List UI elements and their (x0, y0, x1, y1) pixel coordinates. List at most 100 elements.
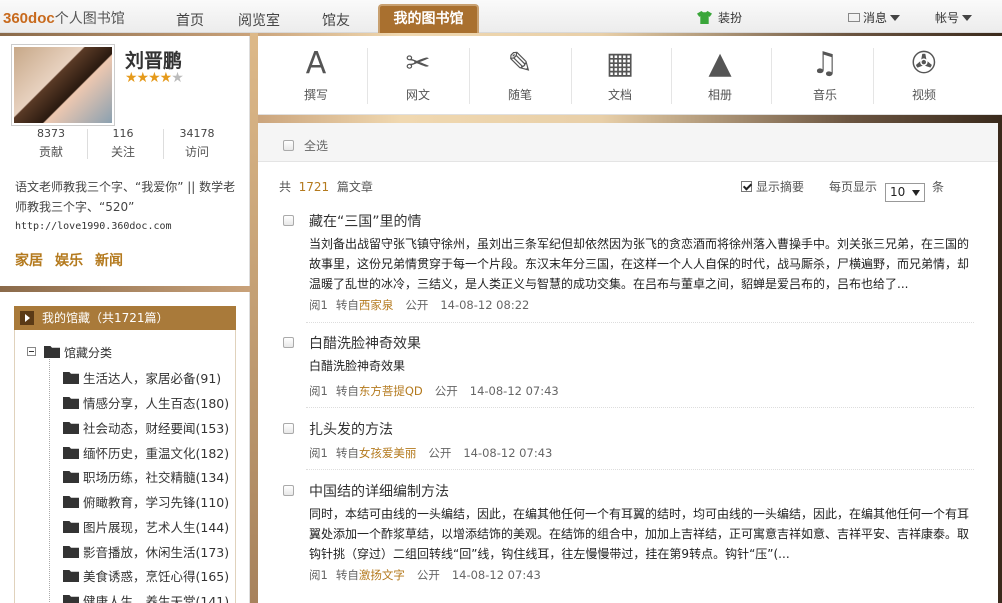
folder-icon (63, 422, 79, 434)
article-checkbox[interactable] (283, 337, 294, 348)
write-icon: A (305, 46, 327, 81)
scissors-icon: ✂ (405, 46, 431, 81)
collapse-icon[interactable] (27, 347, 36, 356)
article-summary: 同时，本结可由线的一头编结，因此，在编其他任何一个有耳翼的结时，均可由线的一头编… (309, 507, 970, 561)
chevron-down-icon (962, 15, 973, 21)
select-bar: 全选 (258, 123, 998, 162)
article-title[interactable]: 中国结的详细编制方法 (309, 481, 449, 501)
stat-visits[interactable]: 34178 访问 (157, 127, 237, 160)
film-icon: ✇ (911, 46, 937, 81)
article-checkbox[interactable] (283, 215, 294, 226)
tshirt-icon (697, 11, 712, 24)
site-logo[interactable]: 360doc个人图书馆 (3, 8, 125, 28)
stat-following[interactable]: 116 关注 (83, 127, 163, 160)
folder-icon (63, 447, 79, 459)
tool-document[interactable]: ▦ 文档 (569, 36, 671, 115)
create-toolbar: A 撰写 ✂ 网文 ✎ 随笔 ▦ 文档 ▲ 相册 ♫ 音乐 ✇ 视频 (258, 36, 1002, 115)
article-meta: 阅1 转自西家泉 公开 14-08-12 08:22 (309, 298, 530, 312)
signature: 语文老师教我三个字、“我爱你” || 数学老师教我三个字、“520” (15, 180, 236, 214)
article-count: 共 1721 篇文章 (279, 180, 373, 194)
envelope-icon (848, 13, 860, 22)
play-icon (20, 311, 34, 325)
article-summary: 白醋洗脸神奇效果 (309, 359, 406, 373)
tool-separator (771, 48, 772, 104)
account-menu[interactable]: 帐号 (935, 9, 973, 26)
article-title[interactable]: 藏在“三国”里的情 (309, 211, 422, 231)
rating-stars: ★★★★★ (125, 70, 184, 86)
article-source[interactable]: 西家泉 (359, 298, 394, 312)
article-checkbox[interactable] (283, 423, 294, 434)
tree-item[interactable]: 缅怀历史，重温文化(182) (63, 443, 229, 462)
tag-news[interactable]: 新闻 (95, 253, 123, 269)
tree-item[interactable]: 职场历练，社交精髓(134) (63, 467, 229, 486)
article-meta: 阅1 转自女孩爱美丽 公开 14-08-12 07:43 (309, 446, 553, 460)
article-meta: 阅1 转自东方菩提QD 公开 14-08-12 07:43 (309, 384, 559, 398)
folder-icon (44, 346, 60, 358)
article-checkbox[interactable] (283, 485, 294, 496)
avatar[interactable] (11, 44, 115, 126)
profile-card: 刘晋鹏 ★★★★★ 8373 贡献 116 关注 34178 访问 语文老师教我三个字… (0, 36, 250, 286)
show-digest-checkbox[interactable] (741, 181, 752, 192)
tree-item[interactable]: 社会动态，财经要闻(153) (63, 418, 229, 437)
article-title[interactable]: 白醋洗脸神奇效果 (309, 333, 421, 353)
tree-item[interactable]: 健康人生，养生天堂(141) (63, 591, 229, 603)
tree-item[interactable]: 生活达人，家居必备(91) (63, 368, 221, 387)
per-page-control: 每页显示 10 条 (829, 178, 944, 202)
article-title[interactable]: 扎头发的方法 (309, 419, 393, 439)
tree-item[interactable]: 俯瞰教育，学习先锋(110) (63, 492, 229, 511)
nav-my-library[interactable]: 我的图书馆 (378, 4, 479, 33)
per-page-select[interactable]: 10 (885, 183, 926, 202)
tool-write[interactable]: A 撰写 (265, 36, 367, 115)
collection-header[interactable]: 我的馆藏（共1721篇） (14, 306, 236, 330)
dress-up-link[interactable]: 装扮 (697, 9, 742, 26)
article-source[interactable]: 女孩爱美丽 (359, 446, 417, 460)
tree-item[interactable]: 情感分享，人生百态(180) (63, 393, 229, 412)
nav-home[interactable]: 首页 (176, 10, 204, 30)
tree-item[interactable]: 图片展现，艺术人生(144) (63, 517, 229, 536)
top-bar: 360doc个人图书馆 首页 阅览室 馆友 我的图书馆 装扮 消息 帐号 (0, 0, 1002, 33)
nav-reading-room[interactable]: 阅览室 (238, 10, 280, 30)
tree-guide-line (49, 354, 50, 603)
photo-icon: ▲ (708, 46, 732, 81)
stat-contribution[interactable]: 8373 贡献 (11, 127, 91, 160)
folder-icon (63, 397, 79, 409)
divider (306, 322, 974, 323)
tag-entertainment[interactable]: 娱乐 (55, 253, 83, 269)
document-icon: ▦ (605, 46, 635, 81)
folder-icon (63, 570, 79, 582)
folder-icon (63, 595, 79, 603)
show-digest-toggle[interactable]: 显示摘要 (741, 178, 804, 195)
tree-root[interactable]: 馆藏分类 (27, 344, 112, 361)
tree-item[interactable]: 影音播放，休闲生活(173) (63, 542, 229, 561)
pencil-icon: ✎ (507, 46, 533, 81)
collection-tree: 馆藏分类 生活达人，家居必备(91) 情感分享，人生百态(180) 社会动态，财… (14, 330, 236, 603)
divider (306, 469, 974, 470)
tool-essay[interactable]: ✎ 随笔 (469, 36, 571, 115)
messages-menu[interactable]: 消息 (848, 9, 901, 26)
article-panel: 全选 共 1721 篇文章 显示摘要 每页显示 10 条 藏在“三国”里的情 当刘备… (258, 123, 998, 603)
folder-icon (63, 546, 79, 558)
music-icon: ♫ (811, 46, 839, 81)
article-summary: 当刘备出战留守张飞镇守徐州，虽刘出三条军纪但却依然因为张飞的贪恋酒而将徐州落入曹… (309, 237, 970, 291)
profile-url[interactable]: http://love1990.360doc.com (15, 221, 172, 232)
tool-video[interactable]: ✇ 视频 (873, 36, 975, 115)
tool-music[interactable]: ♫ 音乐 (774, 36, 876, 115)
select-all[interactable]: 全选 (283, 137, 328, 154)
folder-icon (63, 496, 79, 508)
select-all-checkbox[interactable] (283, 140, 294, 151)
divider (306, 407, 974, 408)
nav-friends[interactable]: 馆友 (322, 10, 350, 30)
interest-tags: 家居 娱乐 新闻 (15, 250, 135, 270)
tool-web-article[interactable]: ✂ 网文 (367, 36, 469, 115)
chevron-down-icon (890, 15, 901, 21)
article-source[interactable]: 激扬文字 (359, 568, 405, 582)
folder-icon (63, 521, 79, 533)
folder-icon (63, 471, 79, 483)
column-divider (250, 33, 258, 603)
article-source[interactable]: 东方菩提QD (359, 384, 423, 398)
article-meta: 阅1 转自激扬文字 公开 14-08-12 07:43 (309, 568, 541, 582)
tool-album[interactable]: ▲ 相册 (669, 36, 771, 115)
tree-item[interactable]: 美食诱惑，烹饪心得(165) (63, 566, 229, 585)
tag-home[interactable]: 家居 (15, 253, 43, 269)
user-name[interactable]: 刘晋鹏 (125, 46, 182, 73)
